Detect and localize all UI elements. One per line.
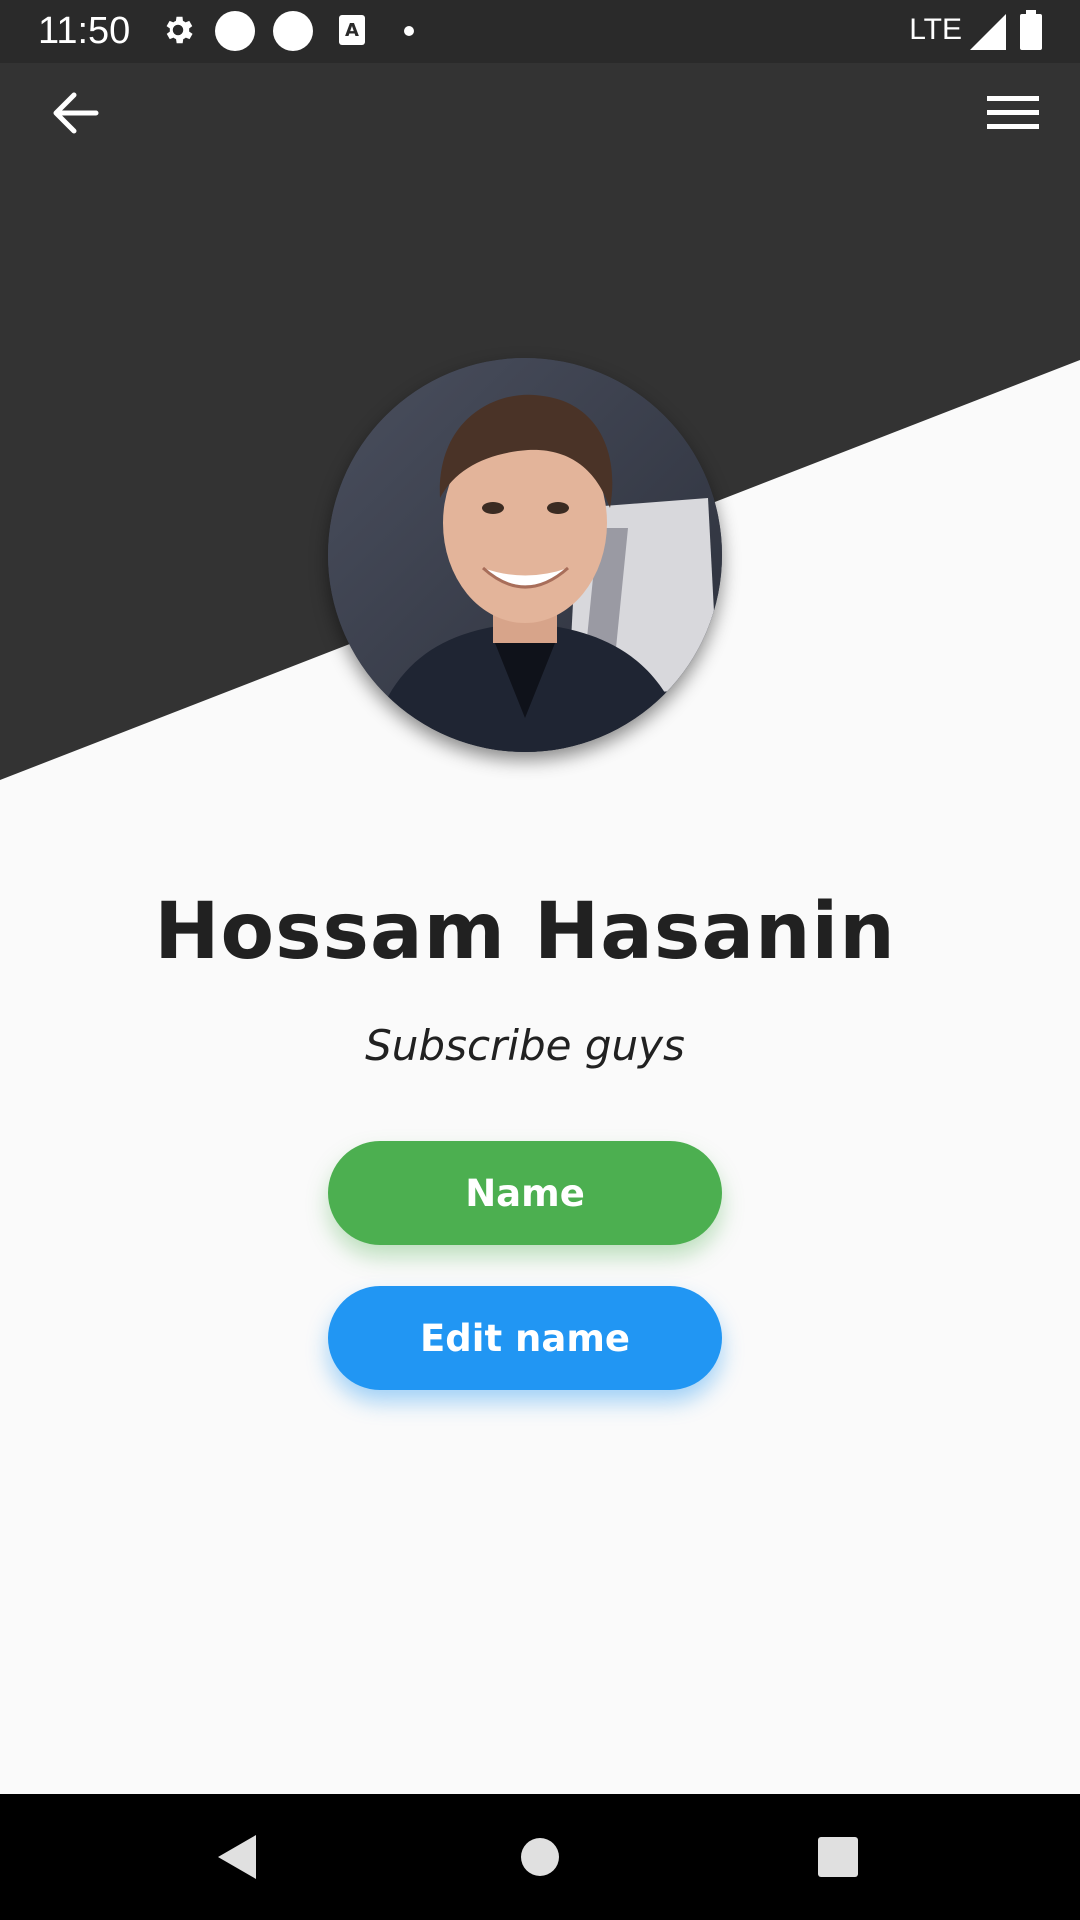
nav-back-button[interactable] (203, 1822, 273, 1892)
text-a-icon: A (339, 15, 365, 45)
avatar (328, 358, 722, 752)
network-type-label: LTE (909, 13, 962, 46)
back-button[interactable] (36, 78, 116, 148)
circle-notification-icon (273, 11, 313, 51)
home-circle-icon (521, 1838, 559, 1876)
arrow-left-icon (53, 92, 99, 134)
hamburger-menu-icon (987, 96, 1039, 129)
navigation-bar (0, 1794, 1080, 1920)
profile-subtitle: Subscribe guys (365, 1021, 685, 1070)
signal-icon (970, 14, 1006, 50)
recents-square-icon (818, 1837, 858, 1877)
nav-home-button[interactable] (505, 1822, 575, 1892)
back-triangle-icon (218, 1835, 256, 1879)
profile-photo (328, 358, 722, 752)
edit-name-button[interactable]: Edit name (328, 1286, 722, 1390)
profile-name: Hossam Hasanin (154, 887, 896, 977)
circle-notification-icon (215, 11, 255, 51)
status-bar: 11:50 A LTE (0, 0, 1080, 63)
nav-recents-button[interactable] (803, 1822, 873, 1892)
settings-icon (166, 16, 193, 44)
status-time: 11:50 (38, 10, 131, 52)
svg-text:A: A (345, 20, 359, 41)
name-button[interactable]: Name (328, 1141, 722, 1245)
profile-screen: 11:50 A LTE Hossam Hasanin Subscribe guy… (0, 0, 1080, 1920)
battery-icon (1020, 10, 1042, 50)
menu-button[interactable] (976, 78, 1050, 148)
dot-icon (404, 26, 414, 36)
